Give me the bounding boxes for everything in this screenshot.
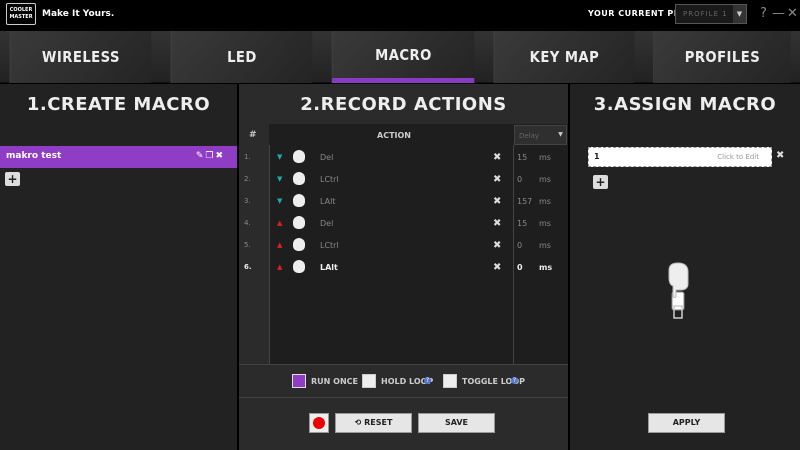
key-up-icon: ▲ bbox=[277, 263, 283, 271]
delete-row-icon[interactable]: ✖ bbox=[493, 196, 501, 207]
tab-wireless[interactable]: WIRELESS bbox=[9, 31, 152, 83]
reset-button[interactable]: ⟲ RESET bbox=[335, 413, 412, 433]
key-down-icon: ▼ bbox=[277, 175, 283, 183]
assign-macro-panel: 3.ASSIGN MACRO 1 Click to Edit ✖ + APPLY bbox=[570, 84, 800, 450]
run-once-checkbox[interactable] bbox=[292, 374, 306, 388]
key-down-icon: ▼ bbox=[277, 153, 283, 161]
cooler-master-logo: COOLER MASTER bbox=[6, 3, 36, 25]
chevron-down-icon[interactable]: ▼ bbox=[733, 5, 746, 23]
tab-key-map[interactable]: KEY MAP bbox=[493, 31, 635, 83]
table-row[interactable]: 3. ▼ LAlt ✖ 157 ms bbox=[239, 191, 568, 213]
tab-led[interactable]: LED bbox=[170, 31, 313, 83]
create-macro-panel: 1.CREATE MACRO makro test ✎❐✖ + bbox=[0, 84, 237, 450]
record-button[interactable] bbox=[309, 413, 329, 433]
column-action-header: ACTION bbox=[377, 131, 411, 140]
mouse-icon bbox=[293, 150, 305, 163]
profile-select-value: PROFILE 1 bbox=[683, 10, 728, 18]
delete-icon[interactable]: ✖ bbox=[215, 151, 225, 161]
record-actions-title: 2.RECORD ACTIONS bbox=[300, 94, 507, 115]
table-row[interactable]: 6. ▲ LAlt ✖ 0 ms bbox=[239, 257, 568, 279]
tab-profiles[interactable]: PROFILES bbox=[653, 31, 791, 83]
record-actions-panel: 2.RECORD ACTIONS # ACTION Delay ▼ 1. ▼ D… bbox=[239, 84, 568, 450]
table-row[interactable]: 1. ▼ Del ✖ 15 ms bbox=[239, 147, 568, 169]
create-macro-title: 1.CREATE MACRO bbox=[26, 94, 211, 115]
edit-icon[interactable]: ✎ bbox=[196, 151, 206, 161]
tab-macro[interactable]: MACRO bbox=[331, 31, 475, 83]
delay-select-value: Delay bbox=[519, 132, 540, 140]
assign-key-value: 1 bbox=[594, 152, 600, 161]
mouse-icon bbox=[293, 238, 305, 251]
minimize-icon[interactable]: — bbox=[772, 6, 785, 21]
delete-row-icon[interactable]: ✖ bbox=[493, 240, 501, 251]
mouse-icon bbox=[293, 172, 305, 185]
assign-key-placeholder: Click to Edit bbox=[717, 153, 759, 161]
record-icon bbox=[313, 417, 325, 429]
delete-row-icon[interactable]: ✖ bbox=[493, 174, 501, 185]
delay-select[interactable]: Delay ▼ bbox=[514, 125, 567, 145]
key-up-icon: ▲ bbox=[277, 219, 283, 227]
add-assignment-button[interactable]: + bbox=[593, 175, 608, 189]
delete-row-icon[interactable]: ✖ bbox=[493, 152, 501, 163]
title-bar: COOLER MASTER Make It Yours. YOUR CURREN… bbox=[0, 0, 800, 31]
table-row[interactable]: 5. ▲ LCtrl ✖ 0 ms bbox=[239, 235, 568, 257]
key-down-icon: ▼ bbox=[277, 197, 283, 205]
table-row[interactable]: 2. ▼ LCtrl ✖ 0 ms bbox=[239, 169, 568, 191]
run-once-label: RUN ONCE bbox=[311, 377, 358, 386]
loop-options: RUN ONCE HOLD LOOP ? TOGGLE LOOP ? bbox=[239, 364, 568, 398]
hold-loop-checkbox[interactable] bbox=[362, 374, 376, 388]
mouse-icon bbox=[293, 216, 305, 229]
help-icon[interactable]: ? bbox=[760, 6, 767, 21]
profile-select[interactable]: PROFILE 1 ▼ bbox=[675, 4, 747, 24]
hand-pointer-icon bbox=[668, 262, 689, 319]
reset-icon: ⟲ bbox=[354, 418, 365, 427]
mouse-icon bbox=[293, 260, 305, 273]
assign-key-field[interactable]: 1 Click to Edit bbox=[588, 147, 772, 167]
toggle-loop-checkbox[interactable] bbox=[443, 374, 457, 388]
toggle-loop-info-icon[interactable]: ? bbox=[511, 377, 518, 384]
key-up-icon: ▲ bbox=[277, 241, 283, 249]
copy-icon[interactable]: ❐ bbox=[205, 151, 215, 161]
assign-macro-title: 3.ASSIGN MACRO bbox=[593, 94, 777, 115]
mouse-icon bbox=[293, 194, 305, 207]
macro-name: makro test bbox=[6, 151, 62, 161]
chevron-down-icon[interactable]: ▼ bbox=[556, 128, 565, 142]
column-number-header: # bbox=[249, 130, 257, 140]
main-tabs: WIRELESS LED MACRO KEY MAP PROFILES bbox=[0, 31, 800, 83]
close-icon[interactable]: ✕ bbox=[787, 6, 798, 21]
table-row[interactable]: 4. ▲ Del ✖ 15 ms bbox=[239, 213, 568, 235]
hold-loop-info-icon[interactable]: ? bbox=[424, 377, 431, 384]
delete-row-icon[interactable]: ✖ bbox=[493, 262, 501, 273]
tagline: Make It Yours. bbox=[42, 9, 115, 19]
delete-row-icon[interactable]: ✖ bbox=[493, 218, 501, 229]
macro-list-item[interactable]: makro test ✎❐✖ bbox=[0, 146, 237, 168]
add-macro-button[interactable]: + bbox=[5, 172, 20, 186]
save-button[interactable]: SAVE bbox=[418, 413, 495, 433]
remove-assignment-icon[interactable]: ✖ bbox=[776, 150, 784, 161]
apply-button[interactable]: APPLY bbox=[648, 413, 725, 433]
